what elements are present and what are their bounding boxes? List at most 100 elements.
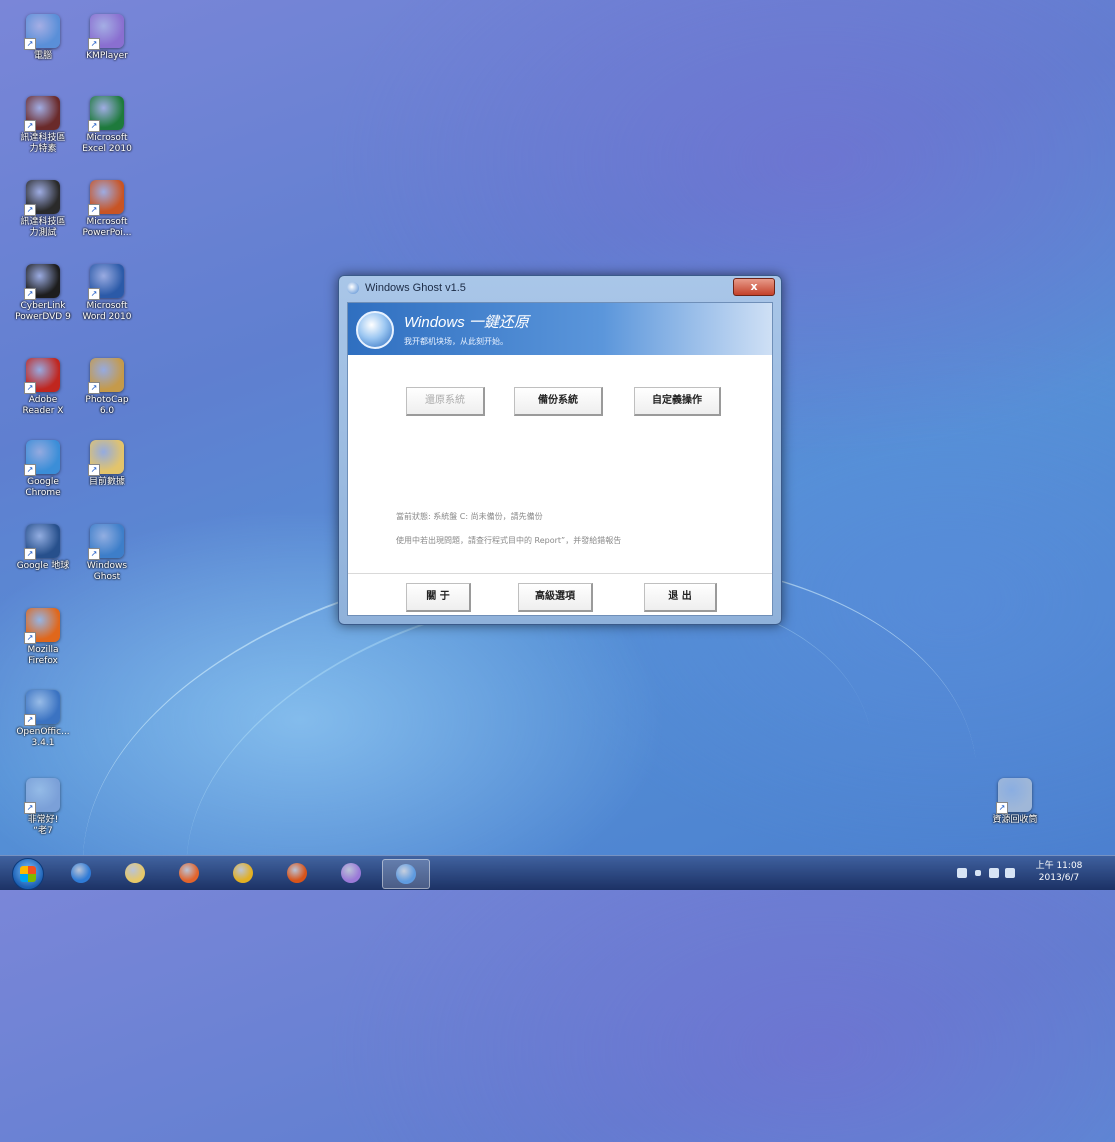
desktop-icon-label: 資源回收筒 — [992, 815, 1038, 825]
desktop-icon[interactable]: ↗ 訊達科技區 力測試 — [14, 180, 72, 239]
desktop-icon[interactable]: ↗ Mozilla Firefox — [14, 608, 72, 667]
shortcut-arrow-icon: ↗ — [24, 548, 36, 560]
desktop-icon[interactable]: ↗ Google 地球 — [14, 524, 72, 572]
shortcut-arrow-icon: ↗ — [88, 382, 100, 394]
banner-title: Windows 一鍵还原 — [404, 314, 529, 331]
desktop-icon[interactable]: ↗ 電腦 — [14, 14, 72, 62]
tray-expand-icon[interactable] — [975, 870, 981, 876]
star-icon: ↗ — [24, 778, 60, 814]
network-icon[interactable] — [989, 868, 999, 878]
shortcut-arrow-icon: ↗ — [88, 38, 100, 50]
desktop-icon[interactable]: ↗ OpenOffic... 3.4.1 — [14, 690, 72, 749]
shortcut-arrow-icon: ↗ — [24, 38, 36, 50]
powerpoint-icon: ↗ — [88, 180, 124, 216]
taskbar-button[interactable] — [58, 859, 104, 887]
taskbar-button[interactable] — [382, 859, 430, 889]
computer-icon: ↗ — [24, 14, 60, 50]
desktop-icon[interactable]: ↗ 訊達科技區 力特素 — [14, 96, 72, 155]
photocap-icon: ↗ — [88, 358, 124, 394]
windows-ghost-dialog: Windows Ghost v1.5 x Windows 一鍵还原 我开都机块场… — [338, 275, 782, 625]
internet-explorer-icon — [71, 863, 91, 883]
desktop-icon[interactable]: ↗ 資源回收筒 — [986, 778, 1044, 826]
dialog-banner: Windows 一鍵还原 我开都机块场，从此刻开始。 — [348, 303, 772, 355]
desktop-icon[interactable]: ↗ Microsoft PowerPoi... — [78, 180, 136, 239]
chrome-icon — [233, 863, 253, 883]
powerdvd-icon: ↗ — [24, 264, 60, 300]
advanced-options-button[interactable]: 高級選項 — [518, 583, 593, 612]
shortcut-arrow-icon: ↗ — [24, 382, 36, 394]
footer-divider — [348, 573, 772, 574]
kmplayer-icon: ↗ — [88, 14, 124, 50]
adobe-reader-icon: ↗ — [24, 358, 60, 394]
about-button[interactable]: 關 于 — [406, 583, 471, 612]
clock-date: 2013/6/7 — [1038, 873, 1080, 883]
desktop-icon[interactable]: ↗ Windows Ghost — [78, 524, 136, 583]
exit-button[interactable]: 退 出 — [644, 583, 717, 612]
taskbar-button[interactable] — [274, 859, 320, 887]
app-icon: ↗ — [24, 96, 60, 132]
restore-logo-icon — [356, 311, 394, 349]
media-player-icon — [179, 863, 199, 883]
desktop-icon[interactable]: ↗ Microsoft Excel 2010 — [78, 96, 136, 155]
shortcut-arrow-icon: ↗ — [88, 288, 100, 300]
close-button[interactable]: x — [733, 278, 775, 296]
desktop-icon-label: 目前數據 — [88, 477, 125, 487]
desktop-icon-label: Mozilla Firefox — [27, 645, 59, 666]
desktop-icon[interactable]: ↗ Adobe Reader X — [14, 358, 72, 417]
desktop-icon-label: 訊達科技區 力測試 — [20, 217, 66, 238]
shortcut-arrow-icon: ↗ — [24, 288, 36, 300]
custom-operation-button[interactable]: 自定義操作 — [634, 387, 721, 416]
dialog-client: Windows 一鍵还原 我开都机块场，从此刻开始。 還原系統 備份系統 自定義… — [347, 302, 773, 616]
desktop-icon-label: Microsoft Excel 2010 — [82, 133, 132, 154]
excel-icon: ↗ — [88, 96, 124, 132]
desktop-icon-label: 電腦 — [33, 51, 52, 61]
shortcut-arrow-icon: ↗ — [24, 632, 36, 644]
desktop-icon[interactable]: ↗ Google Chrome — [14, 440, 72, 499]
desktop-icon[interactable]: ↗ Microsoft Word 2010 — [78, 264, 136, 323]
shortcut-arrow-icon: ↗ — [24, 204, 36, 216]
clock[interactable]: 上午 11:08 2013/6/7 — [1029, 860, 1089, 884]
report-hint: 使用中若出現問題，請查行程式目中的 Report”，并發給錯報告 — [396, 536, 622, 545]
taskbar-button[interactable] — [112, 859, 158, 887]
desktop-icon[interactable]: ↗ KMPlayer — [78, 14, 136, 62]
desktop-icon[interactable]: ↗ 非常好! “老7 — [14, 778, 72, 837]
desktop-icon-label: KMPlayer — [86, 51, 128, 61]
desktop-icon[interactable]: ↗ CyberLink PowerDVD 9 — [14, 264, 72, 323]
clock-time: 上午 11:08 — [1035, 861, 1083, 871]
google-earth-icon: ↗ — [24, 524, 60, 560]
dialog-titlebar[interactable]: Windows Ghost v1.5 x — [339, 276, 781, 300]
volume-icon[interactable] — [1005, 868, 1015, 878]
taskbar-button[interactable] — [220, 859, 266, 887]
status-line: 當前狀態: 系統盤 C: 尚未備份，請先備份 — [396, 512, 543, 521]
shortcut-arrow-icon: ↗ — [88, 548, 100, 560]
desktop-icon-label: OpenOffic... 3.4.1 — [16, 727, 70, 748]
desktop-icon-label: Google Chrome — [25, 477, 61, 498]
desktop-icon[interactable]: ↗ PhotoCap 6.0 — [78, 358, 136, 417]
openoffice-icon: ↗ — [24, 690, 60, 726]
taskbar-button[interactable] — [328, 859, 374, 887]
start-button[interactable] — [12, 858, 44, 890]
dialog-title: Windows Ghost v1.5 — [365, 282, 466, 294]
banner-subtitle: 我开都机块场，从此刻开始。 — [404, 337, 508, 346]
shortcut-arrow-icon: ↗ — [24, 120, 36, 132]
word-icon: ↗ — [88, 264, 124, 300]
restore-system-button[interactable]: 還原系統 — [406, 387, 485, 416]
backup-system-button[interactable]: 備份系統 — [514, 387, 603, 416]
system-tray: 上午 11:08 2013/6/7 — [947, 856, 1107, 890]
windows-ghost-icon — [396, 864, 416, 884]
desktop-icon[interactable]: ↗ 目前數據 — [78, 440, 136, 488]
desktop-icon-label: 非常好! “老7 — [27, 815, 59, 836]
shortcut-arrow-icon: ↗ — [24, 714, 36, 726]
desktop-icon-label: Windows Ghost — [86, 561, 128, 582]
desktop-icon-label: Microsoft Word 2010 — [82, 301, 132, 322]
desktop-icon-label: Google 地球 — [16, 561, 70, 571]
action-center-icon[interactable] — [957, 868, 967, 878]
shortcut-arrow-icon: ↗ — [24, 464, 36, 476]
shortcut-arrow-icon: ↗ — [88, 120, 100, 132]
chrome-icon: ↗ — [24, 440, 60, 476]
windows-logo-icon — [20, 866, 36, 882]
desktop-icon-label: CyberLink PowerDVD 9 — [15, 301, 71, 322]
windows-ghost-icon — [347, 282, 359, 294]
file-explorer-icon — [125, 863, 145, 883]
taskbar-button[interactable] — [166, 859, 212, 887]
